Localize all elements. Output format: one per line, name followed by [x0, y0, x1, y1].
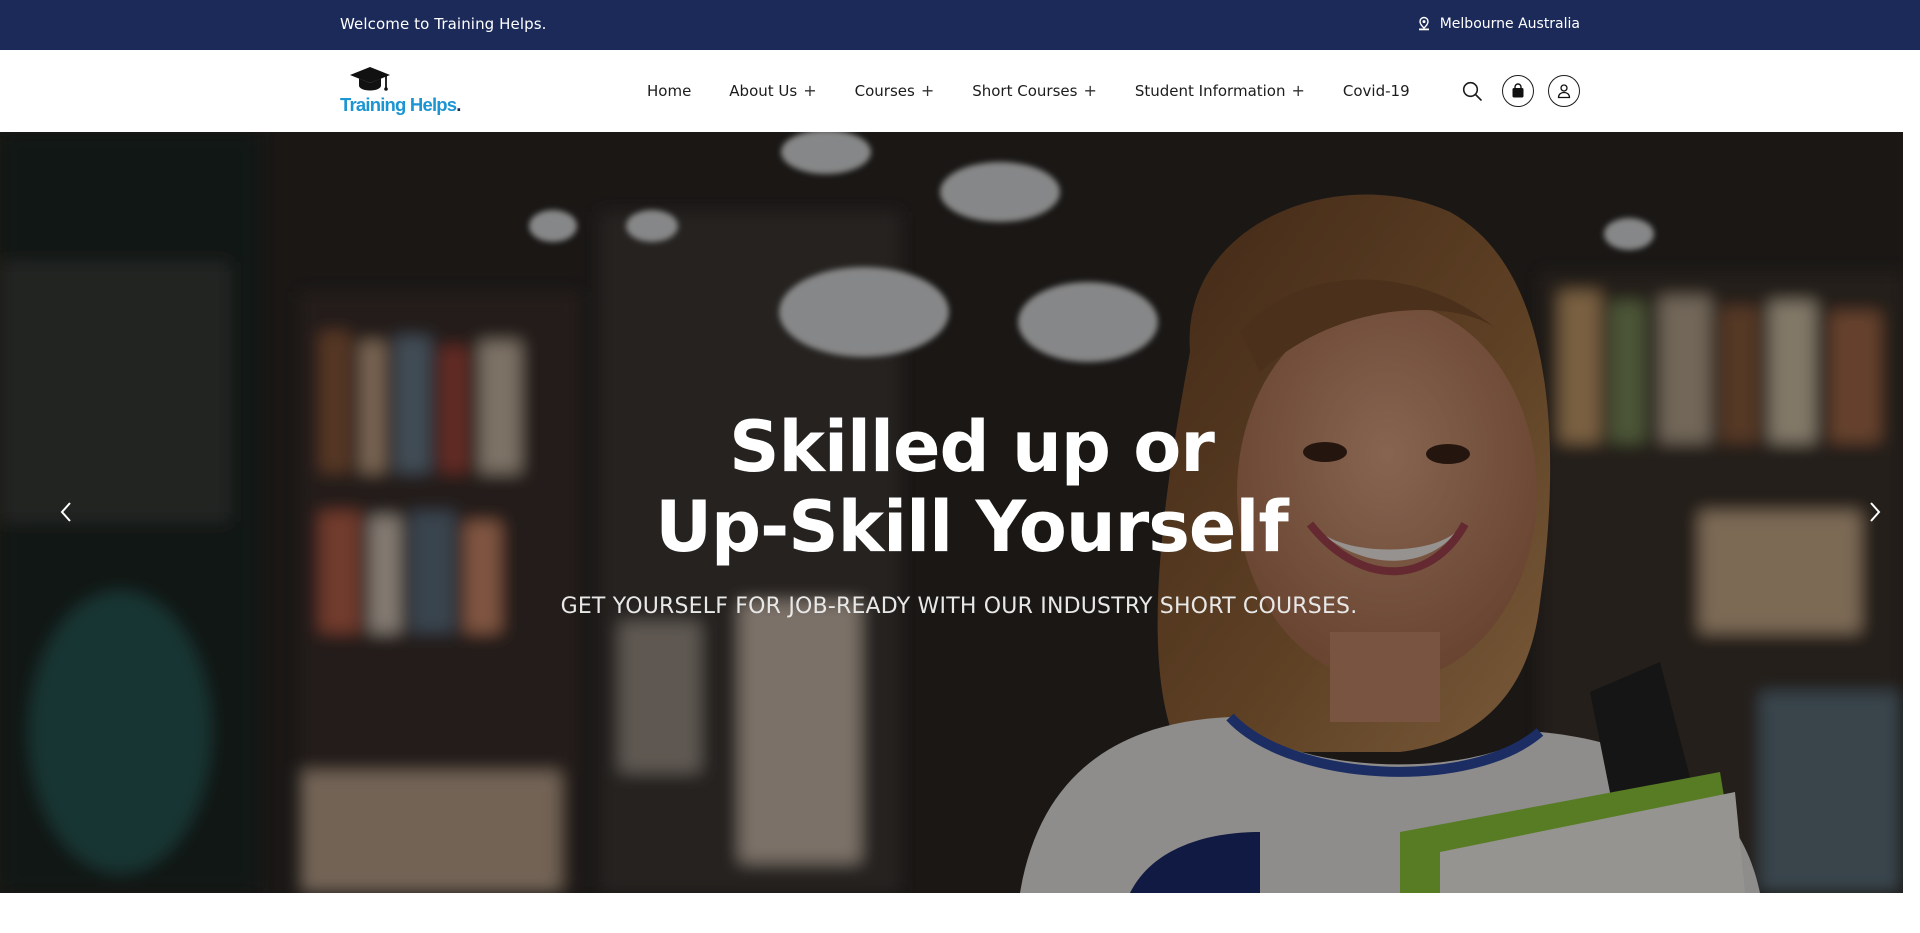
location-info: Melbourne Australia [1416, 16, 1580, 32]
slider-prev-button[interactable] [46, 492, 86, 532]
nav-item-student-information[interactable]: Student Information + [1135, 82, 1305, 100]
nav-item-about-us[interactable]: About Us + [729, 82, 816, 100]
expand-plus-icon: + [1291, 81, 1305, 100]
nav-item-home[interactable]: Home [647, 82, 691, 100]
hero-title-line-2: Up-Skill Yourself [655, 486, 1289, 568]
hero-slider: Skilled up or Up-Skill Yourself GET YOUR… [0, 132, 1903, 893]
slider-next-button[interactable] [1855, 492, 1895, 532]
nav-item-short-courses[interactable]: Short Courses + [972, 82, 1097, 100]
nav-item-label: Courses [854, 82, 915, 100]
nav-item-label: Short Courses [972, 82, 1078, 100]
expand-plus-icon: + [920, 81, 935, 100]
nav-item-covid-19[interactable]: Covid-19 [1343, 82, 1410, 100]
nav-item-label: About Us [729, 82, 798, 100]
graduation-cap-icon [350, 67, 390, 91]
hero-title: Skilled up or Up-Skill Yourself [0, 407, 1903, 567]
top-bar: Welcome to Training Helps. Melbourne Aus… [0, 0, 1920, 50]
nav-item-label: Home [647, 82, 692, 100]
main-navigation: Home About Us + Courses + Short Courses … [647, 50, 1448, 132]
expand-plus-icon: + [1083, 81, 1097, 100]
shopping-bag-icon [1512, 83, 1524, 98]
nav-item-label: Covid-19 [1342, 82, 1410, 100]
nav-item-label: Student Information [1134, 82, 1286, 100]
chevron-left-icon [60, 502, 71, 522]
main-header: Training Helps. Home About Us + Courses … [0, 50, 1920, 132]
welcome-text: Welcome to Training Helps. [340, 15, 547, 33]
account-button[interactable] [1548, 75, 1580, 107]
user-account-icon [1557, 84, 1571, 99]
hero-title-line-1: Skilled up or [729, 406, 1215, 488]
nav-item-courses[interactable]: Courses + [855, 82, 935, 100]
site-logo[interactable]: Training Helps. [340, 66, 465, 118]
header-actions [1456, 74, 1580, 108]
search-button[interactable] [1456, 75, 1488, 107]
expand-plus-icon: + [803, 81, 817, 100]
search-icon [1462, 81, 1482, 101]
cart-button[interactable] [1502, 75, 1534, 107]
location-text: Melbourne Australia [1439, 16, 1580, 32]
chevron-right-icon [1870, 502, 1881, 522]
logo-wordmark: Training Helps. [340, 94, 461, 115]
hero-subtitle: GET YOURSELF FOR JOB-READY WITH OUR INDU… [560, 594, 1358, 619]
location-pin-icon [1416, 16, 1432, 32]
